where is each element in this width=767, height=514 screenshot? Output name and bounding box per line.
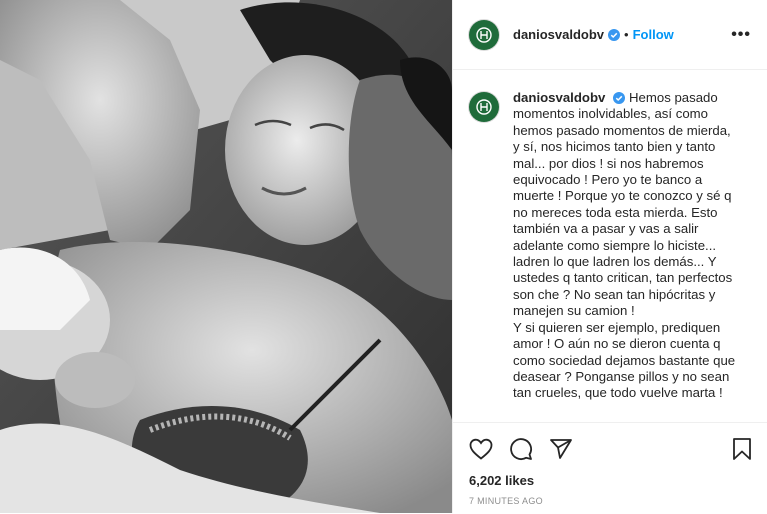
caption-line: ladren lo que ladren los demás... Y bbox=[513, 254, 717, 270]
bookmark-icon[interactable] bbox=[732, 437, 752, 461]
more-options-icon[interactable]: ••• bbox=[731, 26, 751, 44]
caption-line: amor ! O aún no se dieron cuenta q bbox=[513, 336, 721, 352]
post-timestamp[interactable]: 7 MINUTES AGO bbox=[453, 488, 767, 506]
caption-line: equivocado ! Pero yo te banco a bbox=[513, 172, 703, 188]
caption-line: y sí, nos hicimos tanto bien y tanto bbox=[513, 139, 716, 155]
post-photo[interactable] bbox=[0, 0, 452, 513]
caption-line: mal... por dios ! si nos habremos bbox=[513, 155, 704, 171]
caption-line: Hemos pasado bbox=[629, 90, 718, 105]
caption-text: daniosvaldobv Hemos pasado momentos inol… bbox=[513, 90, 739, 402]
caption-line: ustedes q tanto critican, tan perfectos bbox=[513, 270, 733, 286]
header-separator: • bbox=[624, 27, 629, 42]
caption-line: muerte ! Porque yo te conozco y sé q bbox=[513, 188, 732, 204]
action-icons bbox=[453, 423, 767, 463]
instagram-post: daniosvaldobv • Follow ••• daniosvaldobv… bbox=[0, 0, 767, 513]
caption-block: daniosvaldobv Hemos pasado momentos inol… bbox=[453, 70, 767, 402]
caption-line: no mereces toda esta mierda. Esto bbox=[513, 204, 718, 220]
post-header: daniosvaldobv • Follow ••• bbox=[453, 0, 767, 70]
post-sidebar: daniosvaldobv • Follow ••• daniosvaldobv… bbox=[452, 0, 767, 513]
caption-line: deasear ? Ponganse pillos y no sean bbox=[513, 368, 730, 384]
caption-line: también va a pasar y vas a salir bbox=[513, 221, 699, 237]
verified-badge-icon bbox=[608, 28, 621, 41]
caption-line: momentos inolvidables, así como bbox=[513, 106, 708, 122]
caption-line: son che ? No sean tan hipócritas y bbox=[513, 286, 716, 302]
comment-icon[interactable] bbox=[509, 437, 533, 461]
caption-line: tan crueles, que todo vuelve marta ! bbox=[513, 385, 723, 401]
likes-count[interactable]: 6,202 likes bbox=[453, 463, 767, 488]
caption-line: hemos pasado momentos de mierda, bbox=[513, 122, 731, 138]
caption-line: como sociedad dejamos bastante que bbox=[513, 352, 736, 368]
header-username[interactable]: daniosvaldobv bbox=[513, 27, 604, 42]
follow-button[interactable]: Follow bbox=[633, 27, 674, 42]
avatar[interactable] bbox=[469, 19, 499, 50]
caption-line: manejen su camion ! bbox=[513, 303, 635, 319]
caption-avatar[interactable] bbox=[469, 92, 499, 122]
caption-username[interactable]: daniosvaldobv bbox=[513, 90, 605, 105]
post-actions: 6,202 likes 7 MINUTES AGO bbox=[453, 422, 767, 514]
verified-badge-icon bbox=[613, 92, 626, 104]
share-icon[interactable] bbox=[549, 438, 573, 460]
caption-line: adelante como siempre lo hiciste... bbox=[513, 237, 717, 253]
heart-icon[interactable] bbox=[469, 438, 493, 460]
avatar-logo-icon bbox=[476, 26, 492, 43]
avatar-logo-icon bbox=[476, 99, 492, 115]
photo-image bbox=[0, 0, 452, 513]
caption-line: Y si quieren ser ejemplo, prediquen bbox=[513, 319, 721, 335]
